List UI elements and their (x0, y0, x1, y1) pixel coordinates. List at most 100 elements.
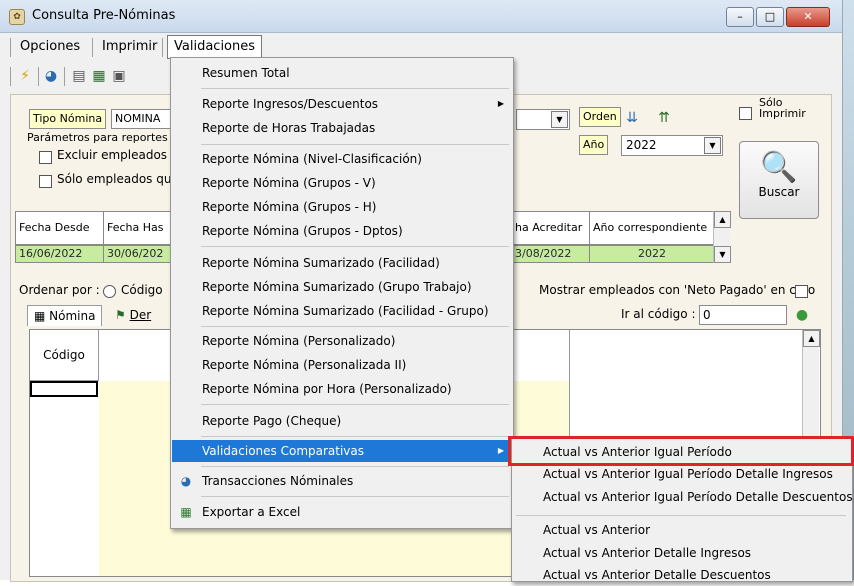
solo-empleados-checkbox[interactable] (39, 175, 52, 188)
toolbar-divider (10, 67, 11, 86)
excluir-checkbox[interactable] (39, 151, 52, 164)
solo-imprimir-label: Sólo Imprimir (759, 96, 806, 120)
menu-separator (516, 515, 846, 516)
scroll-up-icon[interactable]: ▲ (714, 211, 731, 228)
sort-asc-icon[interactable]: ⇈ (655, 109, 673, 127)
menu-separator (201, 466, 509, 467)
restore-button[interactable]: □ (756, 7, 784, 27)
menu-item-grupos-dptos[interactable]: Reporte Nómina (Grupos - Dptos) (172, 220, 512, 242)
window-title: Consulta Pre-Nóminas (32, 8, 176, 23)
document-icon[interactable]: ▣ (110, 67, 128, 85)
minimize-button[interactable]: – (726, 7, 754, 27)
grid-cell[interactable]: 2022 (589, 245, 715, 263)
menu-item-personalizado[interactable]: Reporte Nómina (Personalizado) (172, 330, 512, 352)
mostrar-checkbox[interactable] (795, 285, 808, 298)
menu-item-label: Validaciones Comparativas (202, 444, 365, 458)
title-bar: ✿ Consulta Pre-Nóminas – □ ✕ (0, 0, 842, 33)
menu-opciones[interactable]: Opciones (14, 36, 86, 58)
tab-der-label: Der (129, 308, 152, 322)
menu-item-resumen-total[interactable]: Resumen Total (172, 62, 512, 84)
menu-validaciones[interactable]: Validaciones (167, 35, 263, 59)
grid-header-fecha-desde[interactable]: Fecha Desde (15, 211, 107, 245)
grid-cell[interactable]: 3/08/2022 (511, 245, 591, 263)
ordenar-label: Ordenar por : (19, 283, 100, 297)
menu-item-sumarizado-grupo[interactable]: Reporte Nómina Sumarizado (Grupo Trabajo… (172, 276, 512, 298)
lightning-icon[interactable]: ⚡ (16, 67, 34, 85)
grid-header-fecha-hasta[interactable]: Fecha Has (103, 211, 175, 245)
grid-icon[interactable]: ▦ (90, 67, 108, 85)
print-icon[interactable]: ▤ (70, 67, 88, 85)
tipo-nomina-field[interactable]: NOMINA (111, 109, 179, 129)
scroll-down-icon[interactable]: ▼ (714, 246, 731, 263)
tab-nomina-label: Nómina (49, 309, 96, 323)
people-icon: ⚑ (115, 308, 130, 322)
menu-item-label: Exportar a Excel (202, 505, 301, 519)
grid-cell[interactable]: 16/06/2022 (15, 245, 107, 263)
grid-icon: ▦ (34, 309, 50, 323)
menu-item-grupos-v[interactable]: Reporte Nómina (Grupos - V) (172, 172, 512, 194)
buscar-button[interactable]: 🔍 Buscar (739, 141, 819, 219)
ir-codigo-input[interactable]: 0 (699, 305, 787, 325)
tipo-nomina-label: Tipo Nómina (29, 109, 107, 129)
tab-nomina[interactable]: ▦ Nómina (27, 305, 103, 326)
solo-imprimir-checkbox[interactable] (739, 107, 752, 120)
menu-item-pago-cheque[interactable]: Reporte Pago (Cheque) (172, 410, 512, 432)
menu-item-transacciones[interactable]: ◕ Transacciones Nóminales (172, 470, 512, 492)
ir-codigo-label: Ir al código : (621, 307, 696, 321)
chart-icon: ◕ (180, 474, 192, 488)
parametros-label: Parámetros para reportes c (27, 131, 178, 144)
menu-item-grupos-h[interactable]: Reporte Nómina (Grupos - H) (172, 196, 512, 218)
chart-icon[interactable]: ◕ (42, 67, 60, 85)
sort-desc-icon[interactable]: ⇊ (623, 109, 641, 127)
top-grid-scrollbar[interactable]: ▲ ▼ (713, 211, 731, 263)
excel-icon: ▦ (180, 505, 192, 519)
submenu-item-anterior-descuentos[interactable]: Actual vs Anterior Detalle Descuentos (513, 564, 851, 586)
submenu-item-anterior-ingresos[interactable]: Actual vs Anterior Detalle Ingresos (513, 542, 851, 564)
scroll-up-icon[interactable]: ▲ (803, 330, 820, 347)
app-icon: ✿ (9, 9, 25, 25)
menu-divider (162, 38, 163, 57)
grid-header-anio[interactable]: Año correspondiente (589, 211, 715, 245)
menu-imprimir[interactable]: Imprimir (96, 36, 163, 58)
menu-item-sumarizado-facilidad-grupo[interactable]: Reporte Nómina Sumarizado (Facilidad - G… (172, 300, 512, 322)
go-icon[interactable]: ● (793, 306, 811, 324)
menu-item-horas-trabajadas[interactable]: Reporte de Horas Trabajadas (172, 117, 512, 139)
codigo-radio[interactable] (103, 285, 116, 298)
submenu-item-igual-periodo-descuentos[interactable]: Actual vs Anterior Igual Período Detalle… (513, 486, 853, 508)
excluir-label: Excluir empleados q (57, 148, 179, 162)
toolbar-divider (38, 67, 39, 86)
anio-combo[interactable]: 2022 ▼ (621, 135, 723, 156)
orden-label: Orden (579, 107, 621, 127)
solo-empleados-label: Sólo empleados que (57, 172, 179, 186)
menu-separator (201, 436, 509, 437)
close-button[interactable]: ✕ (786, 7, 830, 27)
submenu-item-igual-periodo-ingresos[interactable]: Actual vs Anterior Igual Período Detalle… (513, 463, 851, 485)
submenu-item-anterior[interactable]: Actual vs Anterior (513, 519, 851, 541)
grid-header-acreditar[interactable]: ha Acreditar (511, 211, 591, 245)
chevron-down-icon[interactable]: ▼ (551, 111, 568, 128)
menu-item-por-hora[interactable]: Reporte Nómina por Hora (Personalizado) (172, 378, 512, 400)
menu-item-sumarizado-facilidad[interactable]: Reporte Nómina Sumarizado (Facilidad) (172, 252, 512, 274)
menu-separator (201, 326, 509, 327)
grid-selected-cell[interactable] (30, 381, 98, 397)
magnifier-icon: 🔍 (760, 150, 798, 185)
menu-separator (201, 144, 509, 145)
submenu-arrow-icon: ▶ (497, 99, 504, 108)
menu-item-nivel-clasificacion[interactable]: Reporte Nómina (Nivel-Clasificación) (172, 148, 512, 170)
tab-der[interactable]: ⚑ Der (109, 305, 157, 325)
menu-item-exportar-excel[interactable]: ▦ Exportar a Excel (172, 501, 512, 523)
menu-item-label: Transacciones Nóminales (202, 474, 354, 488)
buscar-label: Buscar (758, 185, 800, 199)
tipo-nomina-combo[interactable]: ▼ (516, 109, 570, 130)
menu-separator (201, 246, 509, 247)
grid-cell[interactable]: 30/06/202 (103, 245, 175, 263)
anio-label: Año (579, 135, 609, 155)
menu-item-personalizada-ii[interactable]: Reporte Nómina (Personalizada II) (172, 354, 512, 376)
menu-separator (201, 404, 509, 405)
codigo-radio-label: Código (121, 283, 163, 297)
mostrar-label: Mostrar empleados con 'Neto Pagado' en c… (539, 283, 816, 297)
menu-item-validaciones-comparativas[interactable]: Validaciones Comparativas ▶ (172, 440, 512, 462)
menu-item-ingresos-descuentos[interactable]: Reporte Ingresos/Descuentos ▶ (172, 93, 512, 115)
chevron-down-icon[interactable]: ▼ (704, 137, 721, 154)
grid-header-codigo[interactable]: Código (30, 330, 99, 381)
